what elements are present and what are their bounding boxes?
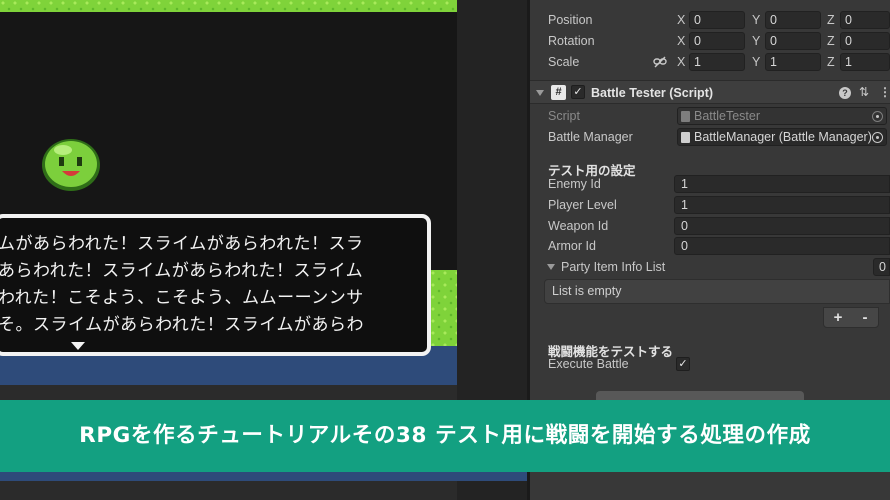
script-file-icon xyxy=(681,111,690,122)
list-remove-button[interactable]: - xyxy=(851,308,879,327)
next-page-arrow-icon xyxy=(71,342,85,350)
script-reference-value: BattleTester xyxy=(694,109,761,123)
rotation-y-field[interactable]: 0 xyxy=(765,32,821,50)
scale-x-field[interactable]: 1 xyxy=(689,53,745,71)
weapon-id-row: Weapon Id 0 xyxy=(530,216,890,236)
list-empty-text: List is empty xyxy=(552,284,622,298)
party-item-list-row[interactable]: Party Item Info List 0 xyxy=(530,257,890,277)
screenshot-root: ムがあらわれた！スライムがあらわれた！スラ あらわれた！スライムがあらわれた！ス… xyxy=(0,0,890,500)
context-menu-icon[interactable]: ⋮ xyxy=(879,85,890,99)
rotation-z-field[interactable]: 0 xyxy=(840,32,890,50)
execute-battle-row: Execute Battle ✓ xyxy=(530,354,890,374)
axis-z-label: Z xyxy=(827,55,835,69)
player-level-row: Player Level 1 xyxy=(530,195,890,215)
weapon-id-field[interactable]: 0 xyxy=(674,217,890,235)
object-picker-icon xyxy=(872,111,883,122)
enemy-id-label: Enemy Id xyxy=(548,177,601,191)
script-row: Script BattleTester xyxy=(530,106,890,126)
list-add-button[interactable]: + xyxy=(824,308,852,327)
slime-enemy-sprite xyxy=(42,139,100,191)
armor-id-field[interactable]: 0 xyxy=(674,237,890,255)
message-line: われた！こそよう、こそよう、ムムーーンンサ xyxy=(0,288,364,308)
object-picker-icon[interactable] xyxy=(872,132,883,143)
presets-icon[interactable]: ⇅ xyxy=(859,85,869,99)
script-hash-icon: # xyxy=(551,85,566,100)
grass-tiles-right xyxy=(430,270,457,346)
axis-z-label: Z xyxy=(827,34,835,48)
transform-scale-row: Scale X 1 Y 1 Z 1 xyxy=(530,52,890,72)
armor-id-row: Armor Id 0 xyxy=(530,236,890,256)
enemy-id-field[interactable]: 1 xyxy=(674,175,890,193)
position-label: Position xyxy=(548,13,593,27)
constrain-proportions-link-icon[interactable] xyxy=(653,56,667,68)
execute-battle-checkbox[interactable]: ✓ xyxy=(676,357,690,371)
script-label: Script xyxy=(548,109,580,123)
battle-manager-field[interactable]: BattleManager (Battle Manager) xyxy=(677,128,887,146)
player-level-label: Player Level xyxy=(548,198,617,212)
help-icon[interactable]: ? xyxy=(839,87,851,99)
list-add-remove-buttons: + - xyxy=(823,307,879,328)
axis-x-label: X xyxy=(677,34,686,48)
foldout-arrow-icon[interactable] xyxy=(536,90,544,96)
position-x-field[interactable]: 0 xyxy=(689,11,745,29)
party-item-list-body: List is empty xyxy=(544,279,890,304)
water-tiles-bottom xyxy=(0,472,527,481)
grass-tiles-top xyxy=(0,0,457,12)
message-window: ムがあらわれた！スライムがあらわれた！スラ あらわれた！スライムがあらわれた！ス… xyxy=(0,214,431,356)
battle-manager-value: BattleManager (Battle Manager) xyxy=(694,130,872,144)
party-item-list-label: Party Item Info List xyxy=(561,260,666,274)
component-title: Battle Tester (Script) xyxy=(591,86,714,100)
list-foldout-arrow-icon[interactable] xyxy=(547,264,555,270)
message-line: あらわれた！スライムがあらわれた！スライム xyxy=(0,261,364,281)
rotation-label: Rotation xyxy=(548,34,595,48)
axis-z-label: Z xyxy=(827,13,835,27)
axis-y-label: Y xyxy=(752,13,761,27)
player-level-field[interactable]: 1 xyxy=(674,196,890,214)
script-reference-field: BattleTester xyxy=(677,107,887,125)
message-line: そ。スライムがあらわれた！スライムがあらわ xyxy=(0,315,364,335)
axis-y-label: Y xyxy=(752,34,761,48)
list-size-field[interactable]: 0 xyxy=(873,258,890,276)
game-view[interactable]: ムがあらわれた！スライムがあらわれた！スラ あらわれた！スライムがあらわれた！ス… xyxy=(0,0,457,385)
scale-label: Scale xyxy=(548,55,580,69)
axis-y-label: Y xyxy=(752,55,761,69)
banner-title: RPGを作るチュートリアルその38 テスト用に戦闘を開始する処理の作成 xyxy=(79,423,811,448)
rotation-x-field[interactable]: 0 xyxy=(689,32,745,50)
weapon-id-label: Weapon Id xyxy=(548,219,609,233)
axis-x-label: X xyxy=(677,55,686,69)
transform-position-row: Position X 0 Y 0 Z 0 xyxy=(530,10,890,30)
title-banner: RPGを作るチュートリアルその38 テスト用に戦闘を開始する処理の作成 xyxy=(0,400,890,472)
axis-x-label: X xyxy=(677,13,686,27)
transform-rotation-row: Rotation X 0 Y 0 Z 0 xyxy=(530,31,890,51)
execute-battle-label: Execute Battle xyxy=(548,357,629,371)
battle-manager-label: Battle Manager xyxy=(548,130,633,144)
position-z-field[interactable]: 0 xyxy=(840,11,890,29)
position-y-field[interactable]: 0 xyxy=(765,11,821,29)
script-file-icon xyxy=(681,132,690,143)
battle-manager-row: Battle Manager BattleManager (Battle Man… xyxy=(530,127,890,147)
component-enabled-checkbox[interactable]: ✓ xyxy=(571,85,585,99)
armor-id-label: Armor Id xyxy=(548,239,596,253)
scale-z-field[interactable]: 1 xyxy=(840,53,890,71)
scale-y-field[interactable]: 1 xyxy=(765,53,821,71)
enemy-id-row: Enemy Id 1 xyxy=(530,174,890,194)
battle-tester-component-header[interactable]: # ✓ Battle Tester (Script) ? ⇅ ⋮ xyxy=(530,80,890,104)
message-line: ムがあらわれた！スライムがあらわれた！スラ xyxy=(0,234,364,254)
